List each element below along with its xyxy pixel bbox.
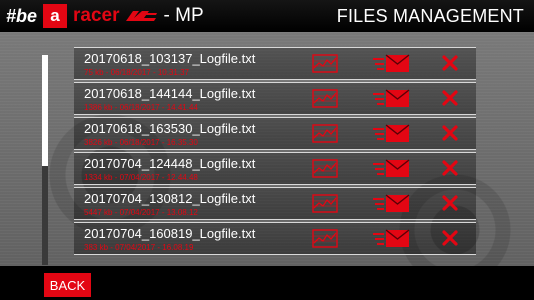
file-row[interactable]: 20170704_130812_Logfile.txt 5447 kb - 07/… (74, 187, 476, 220)
delete-icon[interactable] (442, 125, 458, 141)
chart-icon[interactable] (312, 194, 338, 213)
brand-logo: #be a racer - MP (6, 4, 204, 28)
chart-icon[interactable] (312, 159, 338, 178)
brand-be: #be (6, 5, 38, 26)
file-name: 20170704_130812_Logfile.txt (84, 191, 256, 206)
delete-icon[interactable] (442, 90, 458, 106)
page-title: FILES MANAGEMENT (336, 6, 524, 26)
file-row[interactable]: 20170704_160819_Logfile.txt 383 kb - 07/0… (74, 222, 476, 255)
file-meta: 1334 kb - 07/04/2017 - 12.44.48 (84, 173, 198, 182)
file-list: 20170618_103137_Logfile.txt 75 kb - 06/18… (74, 47, 476, 257)
file-meta: 75 kb - 06/18/2017 - 10.31.37 (84, 68, 189, 77)
motorcycle-logo-icon (125, 11, 157, 21)
file-name: 20170704_160819_Logfile.txt (84, 226, 256, 241)
file-row[interactable]: 20170618_163530_Logfile.txt 3826 kb - 06/… (74, 117, 476, 150)
delete-icon[interactable] (442, 195, 458, 211)
file-meta: 383 kb - 07/04/2017 - 16.08.19 (84, 243, 194, 252)
delete-icon[interactable] (442, 230, 458, 246)
mail-icon[interactable] (372, 194, 410, 213)
mail-icon[interactable] (372, 54, 410, 73)
brand-racer: racer (73, 5, 120, 26)
file-row[interactable]: 20170618_144144_Logfile.txt 1386 kb - 06/… (74, 82, 476, 115)
bottom-bar: BACK (0, 266, 534, 300)
scrollbar-thumb[interactable] (42, 55, 48, 166)
file-name: 20170618_144144_Logfile.txt (84, 86, 256, 101)
file-meta: 1386 kb - 06/18/2017 - 14.41.44 (84, 103, 198, 112)
mail-icon[interactable] (372, 124, 410, 143)
top-bar: #be a racer - MP FILES MANAGEMENT (0, 0, 534, 32)
chart-icon[interactable] (312, 54, 338, 73)
file-name: 20170618_163530_Logfile.txt (84, 121, 256, 136)
brand-a-badge: a (43, 4, 68, 28)
file-name: 20170704_124448_Logfile.txt (84, 156, 256, 171)
mail-icon[interactable] (372, 159, 410, 178)
back-button[interactable]: BACK (44, 273, 91, 297)
file-meta: 3826 kb - 06/18/2017 - 16.35.30 (84, 138, 198, 147)
chart-icon[interactable] (312, 124, 338, 143)
chart-icon[interactable] (312, 89, 338, 108)
file-row[interactable]: 20170618_103137_Logfile.txt 75 kb - 06/18… (74, 47, 476, 80)
file-row[interactable]: 20170704_124448_Logfile.txt 1334 kb - 07/… (74, 152, 476, 185)
delete-icon[interactable] (442, 55, 458, 71)
chart-icon[interactable] (312, 229, 338, 248)
brand-suffix: - MP (163, 5, 204, 26)
delete-icon[interactable] (442, 160, 458, 176)
file-meta: 5447 kb - 07/04/2017 - 13.08.12 (84, 208, 198, 217)
mail-icon[interactable] (372, 229, 410, 248)
mail-icon[interactable] (372, 89, 410, 108)
file-name: 20170618_103137_Logfile.txt (84, 51, 256, 66)
